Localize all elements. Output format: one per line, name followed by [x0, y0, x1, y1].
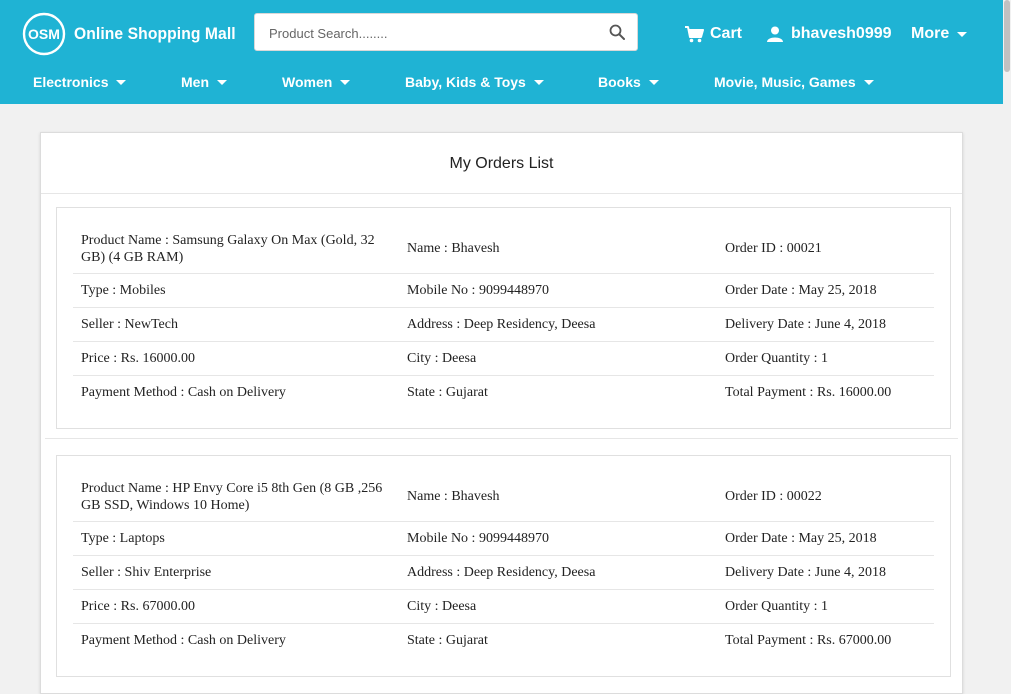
search-icon[interactable] [609, 24, 625, 40]
total-payment: Total Payment : Rs. 16000.00 [725, 385, 892, 400]
category-label: Men [181, 74, 209, 90]
category-label: Movie, Music, Games [714, 74, 856, 90]
logo-text: Online Shopping Mall [74, 24, 236, 43]
category-baby-kids-toys[interactable]: Baby, Kids & Toys [405, 70, 544, 94]
table-row: Seller : Shiv Enterprise Address : Deep … [73, 555, 934, 589]
chevron-down-icon [116, 79, 127, 85]
chevron-down-icon [648, 79, 659, 85]
mobile-number: Mobile No : 9099448970 [407, 531, 549, 546]
table-row: Product Name : HP Envy Core i5 8th Gen (… [73, 472, 934, 521]
product-name: Product Name : Samsung Galaxy On Max (Go… [81, 232, 375, 265]
category-label: Baby, Kids & Toys [405, 74, 526, 90]
order-details-table: Product Name : Samsung Galaxy On Max (Go… [73, 224, 934, 409]
customer-name: Name : Bhavesh [407, 241, 500, 256]
search-input[interactable] [267, 14, 601, 52]
scrollbar-thumb[interactable] [1004, 0, 1010, 72]
top-navbar: OSM Online Shopping Mall Cart bhavesh099… [0, 0, 1003, 104]
user-icon [767, 26, 783, 42]
table-row: Seller : NewTech Address : Deep Residenc… [73, 307, 934, 341]
delivery-date: Delivery Date : June 4, 2018 [725, 317, 886, 332]
cart-icon [685, 25, 704, 42]
chevron-down-icon [957, 31, 968, 37]
category-women[interactable]: Women [282, 70, 351, 94]
delivery-date: Delivery Date : June 4, 2018 [725, 565, 886, 580]
more-label: More [911, 25, 950, 42]
orders-panel: My Orders List Product Name : Samsung Ga… [40, 132, 963, 694]
chevron-down-icon [340, 79, 351, 85]
more-dropdown[interactable]: More [911, 24, 968, 44]
chevron-down-icon [533, 79, 544, 85]
total-payment: Total Payment : Rs. 67000.00 [725, 633, 892, 648]
table-row: Price : Rs. 16000.00 City : Deesa Order … [73, 341, 934, 375]
category-nav: Electronics Men Women Baby, Kids & Toys … [0, 70, 1003, 94]
category-books[interactable]: Books [598, 70, 659, 94]
product-type: Type : Mobiles [81, 283, 166, 298]
vertical-scrollbar[interactable] [1003, 0, 1011, 661]
order-date: Order Date : May 25, 2018 [725, 531, 877, 546]
table-row: Price : Rs. 67000.00 City : Deesa Order … [73, 589, 934, 623]
table-row: Payment Method : Cash on Delivery State … [73, 623, 934, 657]
order-id: Order ID : 00022 [725, 489, 822, 504]
city: City : Deesa [407, 599, 477, 614]
order-id: Order ID : 00021 [725, 241, 822, 256]
city: City : Deesa [407, 351, 477, 366]
table-row: Type : Laptops Mobile No : 9099448970 Or… [73, 521, 934, 555]
site-logo[interactable]: OSM Online Shopping Mall [22, 12, 250, 56]
order-quantity: Order Quantity : 1 [725, 351, 829, 366]
address: Address : Deep Residency, Deesa [407, 317, 596, 332]
order-divider [45, 438, 958, 439]
payment-method: Payment Method : Cash on Delivery [81, 385, 286, 400]
logo-icon: OSM [22, 12, 66, 56]
seller: Seller : Shiv Enterprise [81, 565, 212, 580]
seller: Seller : NewTech [81, 317, 178, 332]
category-label: Books [598, 74, 641, 90]
product-type: Type : Laptops [81, 531, 165, 546]
order-date: Order Date : May 25, 2018 [725, 283, 877, 298]
product-name: Product Name : HP Envy Core i5 8th Gen (… [81, 480, 383, 513]
table-row: Payment Method : Cash on Delivery State … [73, 375, 934, 409]
mobile-number: Mobile No : 9099448970 [407, 283, 549, 298]
state: State : Gujarat [407, 385, 488, 400]
cart-link[interactable]: Cart [685, 24, 742, 44]
category-movie-music-games[interactable]: Movie, Music, Games [714, 70, 874, 94]
address: Address : Deep Residency, Deesa [407, 565, 596, 580]
user-label: bhavesh0999 [791, 25, 892, 42]
customer-name: Name : Bhavesh [407, 489, 500, 504]
state: State : Gujarat [407, 633, 488, 648]
order-card: Product Name : Samsung Galaxy On Max (Go… [56, 207, 951, 429]
category-electronics[interactable]: Electronics [33, 70, 127, 94]
order-card: Product Name : HP Envy Core i5 8th Gen (… [56, 455, 951, 677]
search-box [254, 13, 638, 52]
price: Price : Rs. 16000.00 [81, 351, 195, 366]
category-label: Women [282, 74, 333, 90]
user-account-link[interactable]: bhavesh0999 [767, 24, 892, 44]
category-men[interactable]: Men [181, 70, 227, 94]
table-row: Product Name : Samsung Galaxy On Max (Go… [73, 224, 934, 273]
cart-label: Cart [710, 25, 743, 42]
page-title: My Orders List [41, 133, 962, 194]
order-details-table: Product Name : HP Envy Core i5 8th Gen (… [73, 472, 934, 657]
price: Price : Rs. 67000.00 [81, 599, 195, 614]
table-row: Type : Mobiles Mobile No : 9099448970 Or… [73, 273, 934, 307]
order-quantity: Order Quantity : 1 [725, 599, 829, 614]
payment-method: Payment Method : Cash on Delivery [81, 633, 286, 648]
chevron-down-icon [863, 79, 874, 85]
category-label: Electronics [33, 74, 109, 90]
chevron-down-icon [217, 79, 227, 85]
svg-text:OSM: OSM [28, 26, 60, 42]
